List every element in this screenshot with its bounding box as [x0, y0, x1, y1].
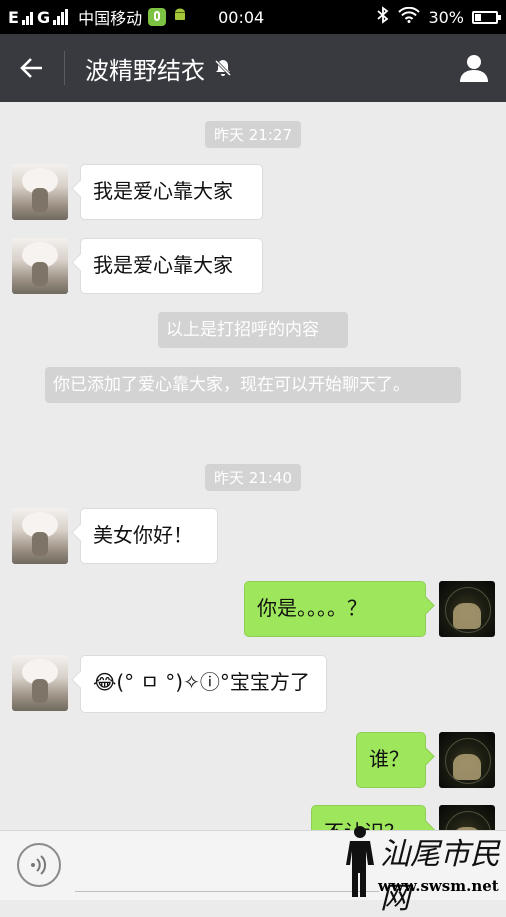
sent-message[interactable]: 你是。。。。？ [244, 581, 426, 637]
mute-icon [213, 58, 233, 78]
sent-message[interactable]: 谁？ [356, 732, 426, 788]
contact-avatar[interactable] [12, 164, 68, 220]
chat-info-button[interactable] [442, 34, 506, 102]
chat-header: 波精野结衣 [0, 34, 506, 102]
back-arrow-icon [20, 58, 42, 78]
watermark-url: www.swsm.net [378, 877, 499, 895]
silhouette-figure-icon [346, 826, 374, 897]
status-bar: E G 中国移动 00:04 30% [0, 0, 506, 34]
signal-1-icon [21, 9, 33, 25]
contact-avatar[interactable] [12, 238, 68, 294]
header-divider [64, 51, 65, 85]
signal-2-icon [53, 9, 69, 25]
watermark-brand: 汕尾市民网 [380, 837, 500, 916]
received-message[interactable]: 我是爱心靠大家 [80, 238, 263, 294]
chat-title: 波精野结衣 [85, 56, 205, 85]
my-avatar[interactable] [439, 732, 495, 788]
mic-app-icon [148, 8, 167, 26]
received-message[interactable]: 美女你好！ [80, 508, 218, 564]
system-message: 你已添加了爱心靠大家，现在可以开始聊天了。 [45, 367, 461, 403]
voice-icon [31, 855, 47, 875]
back-button[interactable] [0, 34, 64, 102]
battery-icon [472, 10, 501, 24]
site-watermark: 汕尾市民网 www.swsm.net [340, 815, 506, 916]
battery-percent: 30% [428, 7, 464, 27]
android-icon [172, 7, 188, 27]
network-type-2: G [36, 7, 52, 27]
received-message[interactable]: 我是爱心靠大家 [80, 164, 263, 220]
message-input[interactable] [75, 845, 379, 892]
carrier-name: 中国移动 [78, 9, 143, 28]
voice-input-button[interactable] [17, 843, 61, 887]
network-type-1: E [8, 7, 20, 27]
clock: 00:04 [218, 7, 265, 27]
timestamp: 昨天 21:27 [205, 121, 301, 148]
message-list[interactable]: 昨天 21:27 我是爱心靠大家 我是爱心靠大家 以上是打招呼的内容 你已添加了… [0, 102, 506, 830]
wifi-icon [398, 6, 421, 27]
timestamp: 昨天 21:40 [205, 464, 301, 491]
bluetooth-icon [376, 6, 390, 28]
my-avatar[interactable] [439, 581, 495, 637]
contact-avatar[interactable] [12, 655, 68, 711]
person-icon [460, 55, 488, 82]
received-message[interactable]: 😂(° ㅁ °)✧ⓘ°宝宝方了 [80, 655, 327, 713]
contact-avatar[interactable] [12, 508, 68, 564]
system-message: 以上是打招呼的内容 [158, 312, 348, 348]
